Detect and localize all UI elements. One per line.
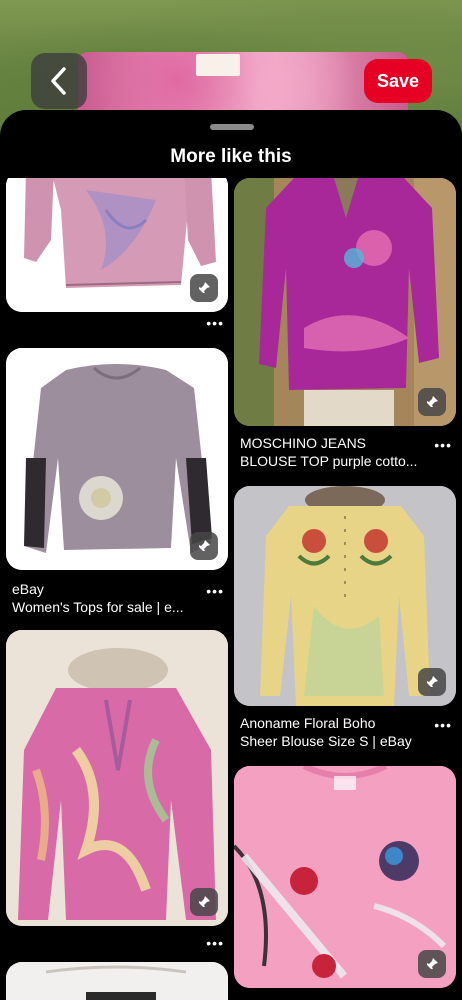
pin-icon xyxy=(426,676,438,688)
paisley-top-image xyxy=(6,630,228,926)
pin-meta[interactable]: Anoname Floral Boho Sheer Blouse Size S … xyxy=(240,714,430,750)
pin-card[interactable] xyxy=(6,962,228,1000)
more-options-button[interactable]: ••• xyxy=(206,316,224,330)
pin-badge[interactable] xyxy=(418,668,446,696)
pin-card[interactable]: MOSCHINO JEANS BLOUSE TOP purple cotto..… xyxy=(234,178,456,469)
pin-icon xyxy=(198,896,210,908)
sheet-title: More like this xyxy=(170,146,292,167)
pin-icon xyxy=(426,396,438,408)
pin-badge[interactable] xyxy=(418,950,446,978)
pin-card[interactable]: ••• xyxy=(6,630,228,950)
pin-icon xyxy=(426,958,438,970)
pin-icon xyxy=(198,540,210,552)
pin-title-line-2: BLOUSE TOP purple cotto... xyxy=(240,453,418,469)
save-button[interactable]: Save xyxy=(364,59,432,103)
pin-image[interactable] xyxy=(234,766,456,988)
pin-closeup-screen: Save More like this ••• eBay Women's Top… xyxy=(0,0,462,1000)
pin-image[interactable] xyxy=(6,178,228,312)
pin-image[interactable] xyxy=(6,962,228,1000)
more-options-button[interactable]: ••• xyxy=(206,584,224,598)
hero-garment-tag xyxy=(196,54,240,76)
more-like-this-sheet: More like this ••• eBay Women's Tops for… xyxy=(0,110,462,1000)
pin-icon xyxy=(198,282,210,294)
white-top-image xyxy=(6,962,228,1000)
more-options-button[interactable]: ••• xyxy=(434,438,452,452)
pin-image[interactable] xyxy=(6,630,228,926)
pin-meta[interactable]: eBay Women's Tops for sale | e... xyxy=(12,580,202,616)
pin-image[interactable] xyxy=(6,348,228,570)
pin-meta[interactable]: MOSCHINO JEANS BLOUSE TOP purple cotto..… xyxy=(240,434,430,470)
pin-card[interactable] xyxy=(234,766,456,988)
pin-card[interactable]: ••• xyxy=(6,178,228,330)
pin-badge[interactable] xyxy=(190,532,218,560)
pin-title: Women's Tops for sale | e... xyxy=(12,599,184,615)
pin-title-line-1: Anoname Floral Boho xyxy=(240,715,376,731)
sheet-drag-handle[interactable] xyxy=(210,124,254,130)
pin-title-line-1: MOSCHINO JEANS xyxy=(240,435,367,451)
more-options-button[interactable]: ••• xyxy=(206,936,224,950)
pin-grid: ••• eBay Women's Tops for sale | e... ••… xyxy=(0,178,462,1000)
pin-badge[interactable] xyxy=(418,388,446,416)
pin-card[interactable]: Anoname Floral Boho Sheer Blouse Size S … xyxy=(234,486,456,749)
pin-source: eBay xyxy=(12,581,44,597)
pin-badge[interactable] xyxy=(190,888,218,916)
more-options-button[interactable]: ••• xyxy=(434,718,452,732)
pin-card[interactable]: eBay Women's Tops for sale | e... ••• xyxy=(6,348,228,615)
pin-badge[interactable] xyxy=(190,274,218,302)
back-button[interactable] xyxy=(31,53,87,109)
pin-image[interactable] xyxy=(234,178,456,426)
pin-image[interactable] xyxy=(234,486,456,706)
chevron-left-icon xyxy=(51,67,66,95)
pin-title-line-2: Sheer Blouse Size S | eBay xyxy=(240,733,412,749)
